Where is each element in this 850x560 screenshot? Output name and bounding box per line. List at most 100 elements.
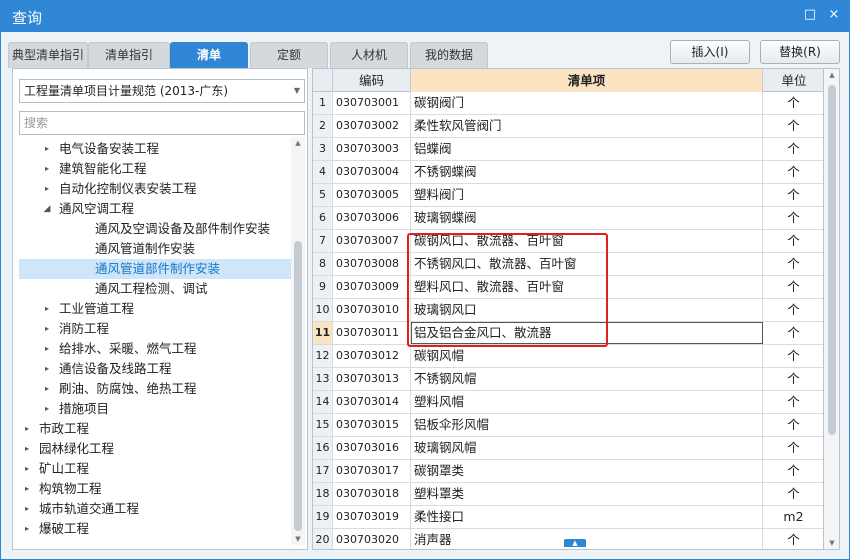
header-code[interactable]: 编码 <box>333 69 411 92</box>
tab-my-data[interactable]: 我的数据 <box>410 42 488 68</box>
row-number[interactable]: 5 <box>313 184 333 206</box>
unit-cell[interactable]: 个 <box>763 184 823 206</box>
table-row[interactable]: 1 030703001 碳钢阀门个 <box>313 92 823 115</box>
expand-icon[interactable]: ▸ <box>41 359 53 379</box>
scroll-up-icon[interactable]: ▲ <box>291 137 305 149</box>
tree-item[interactable]: ▸ 园林绿化工程 <box>19 439 291 459</box>
code-cell[interactable]: 030703013 <box>333 368 411 390</box>
tree-item[interactable]: ▸ 爆破工程 <box>19 519 291 539</box>
tab-quota[interactable]: 定额 <box>250 42 328 68</box>
unit-cell[interactable]: 个 <box>763 230 823 252</box>
table-row[interactable]: 8 030703008 不锈钢风口、散流器、百叶窗个 <box>313 253 823 276</box>
grid-scrollbar[interactable]: ▲ ▼ <box>824 68 840 550</box>
code-cell[interactable]: 030703008 <box>333 253 411 275</box>
unit-cell[interactable]: 个 <box>763 345 823 367</box>
row-number[interactable]: 12 <box>313 345 333 367</box>
item-cell[interactable]: 铝板伞形风帽 <box>411 414 763 436</box>
code-cell[interactable]: 030703005 <box>333 184 411 206</box>
unit-cell[interactable]: 个 <box>763 437 823 459</box>
item-cell[interactable]: 塑料阀门 <box>411 184 763 206</box>
row-number[interactable]: 9 <box>313 276 333 298</box>
tab-list-guide[interactable]: 清单指引 <box>88 42 170 68</box>
table-row[interactable]: 14 030703014 塑料风帽个 <box>313 391 823 414</box>
table-row[interactable]: 12 030703012 碳钢风帽个 <box>313 345 823 368</box>
tree-item[interactable]: ▸ 矿山工程 <box>19 459 291 479</box>
item-cell[interactable]: 塑料风帽 <box>411 391 763 413</box>
unit-cell[interactable]: 个 <box>763 322 823 344</box>
expand-icon[interactable]: ▸ <box>41 339 53 359</box>
expand-icon[interactable]: ▸ <box>41 159 53 179</box>
table-row[interactable]: 19 030703019 柔性接口 m2 <box>313 506 823 529</box>
code-cell[interactable]: 030703007 <box>333 230 411 252</box>
tree-item-selected[interactable]: 通风管道部件制作安装 <box>19 259 291 279</box>
unit-cell[interactable]: 个 <box>763 207 823 229</box>
row-number[interactable]: 18 <box>313 483 333 505</box>
tab-materials[interactable]: 人材机 <box>330 42 408 68</box>
code-cell[interactable]: 030703016 <box>333 437 411 459</box>
search-input[interactable] <box>19 111 305 135</box>
unit-cell[interactable]: 个 <box>763 253 823 275</box>
tree-item[interactable]: ▸ 电气设备安装工程 <box>19 139 291 159</box>
unit-cell[interactable]: 个 <box>763 483 823 505</box>
code-cell[interactable]: 030703020 <box>333 529 411 549</box>
insert-button[interactable]: 插入(I) <box>670 40 750 64</box>
item-cell[interactable]: 不锈钢风帽 <box>411 368 763 390</box>
expanded-icon[interactable]: ◢ <box>41 199 53 219</box>
row-number[interactable]: 1 <box>313 92 333 114</box>
code-cell[interactable]: 030703014 <box>333 391 411 413</box>
item-cell[interactable]: 碳钢风帽 <box>411 345 763 367</box>
tree-item[interactable]: ◢ 通风空调工程 <box>19 199 291 219</box>
table-row[interactable]: 11 030703011 铝及铝合金风口、散流器个 <box>313 322 823 345</box>
expand-icon[interactable]: ▸ <box>21 419 33 439</box>
expand-icon[interactable]: ▸ <box>21 499 33 519</box>
unit-cell[interactable]: 个 <box>763 414 823 436</box>
expand-icon[interactable]: ▸ <box>41 319 53 339</box>
scroll-down-icon[interactable]: ▼ <box>824 537 840 549</box>
unit-cell[interactable]: 个 <box>763 276 823 298</box>
expand-icon[interactable]: ▸ <box>21 479 33 499</box>
item-cell[interactable]: 碳钢罩类 <box>411 460 763 482</box>
tab-typical-guide[interactable]: 典型清单指引 <box>8 42 88 68</box>
table-row[interactable]: 16 030703016 玻璃钢风帽个 <box>313 437 823 460</box>
code-cell[interactable]: 030703004 <box>333 161 411 183</box>
row-number[interactable]: 14 <box>313 391 333 413</box>
table-row[interactable]: 17 030703017 碳钢罩类个 <box>313 460 823 483</box>
expand-icon[interactable]: ▸ <box>41 179 53 199</box>
row-number[interactable]: 20 <box>313 529 333 549</box>
item-cell[interactable]: 铝蝶阀 <box>411 138 763 160</box>
table-row[interactable]: 3 030703003 铝蝶阀个 <box>313 138 823 161</box>
replace-button[interactable]: 替换(R) <box>760 40 840 64</box>
table-row[interactable]: 18 030703018 塑料罩类个 <box>313 483 823 506</box>
row-number[interactable]: 15 <box>313 414 333 436</box>
unit-cell[interactable]: 个 <box>763 92 823 114</box>
tree-item[interactable]: ▸ 建筑智能化工程 <box>19 159 291 179</box>
expand-icon[interactable]: ▸ <box>41 139 53 159</box>
code-cell[interactable]: 030703006 <box>333 207 411 229</box>
header-unit[interactable]: 单位 <box>763 69 823 92</box>
tree-item[interactable]: 通风管道制作安装 <box>19 239 291 259</box>
maximize-icon[interactable]: □ <box>802 6 818 24</box>
code-cell[interactable]: 030703011 <box>333 322 411 344</box>
scrollbar-thumb[interactable] <box>828 85 836 435</box>
table-row[interactable]: 5 030703005 塑料阀门个 <box>313 184 823 207</box>
expand-icon[interactable]: ▸ <box>41 399 53 419</box>
code-cell[interactable]: 030703019 <box>333 506 411 528</box>
code-cell[interactable]: 030703018 <box>333 483 411 505</box>
row-number[interactable]: 16 <box>313 437 333 459</box>
tree-item[interactable]: ▸ 刷油、防腐蚀、绝热工程 <box>19 379 291 399</box>
code-cell[interactable]: 030703017 <box>333 460 411 482</box>
tree-item[interactable]: 通风及空调设备及部件制作安装 <box>19 219 291 239</box>
unit-cell[interactable]: 个 <box>763 529 823 549</box>
table-row[interactable]: 13 030703013 不锈钢风帽个 <box>313 368 823 391</box>
row-number[interactable]: 11 <box>313 322 333 344</box>
unit-cell[interactable]: 个 <box>763 460 823 482</box>
item-cell[interactable]: 不锈钢蝶阀 <box>411 161 763 183</box>
item-cell[interactable]: 塑料风口、散流器、百叶窗 <box>411 276 763 298</box>
row-number[interactable]: 2 <box>313 115 333 137</box>
tree-item[interactable]: ▸ 市政工程 <box>19 419 291 439</box>
table-row[interactable]: 6 030703006 玻璃钢蝶阀个 <box>313 207 823 230</box>
close-icon[interactable]: × <box>826 6 842 24</box>
item-cell[interactable]: 消声器 <box>411 529 763 549</box>
unit-cell[interactable]: 个 <box>763 391 823 413</box>
table-row[interactable]: 15 030703015 铝板伞形风帽个 <box>313 414 823 437</box>
